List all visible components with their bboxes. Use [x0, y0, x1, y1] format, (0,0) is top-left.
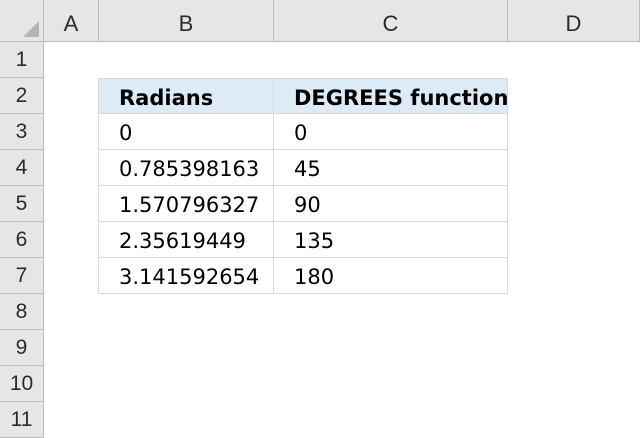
- cell-c6[interactable]: 135: [274, 222, 508, 258]
- cell-c7[interactable]: 180: [274, 258, 508, 294]
- select-all-triangle-icon: [23, 21, 39, 37]
- column-header-a[interactable]: A: [44, 0, 99, 42]
- select-all-corner[interactable]: [0, 0, 44, 42]
- cell-b7[interactable]: 3.141592654: [98, 258, 274, 294]
- cell-b6[interactable]: 2.35619449: [98, 222, 274, 258]
- cell-c4[interactable]: 45: [274, 150, 508, 186]
- cell-b5[interactable]: 1.570796327: [98, 186, 274, 222]
- cell-b3[interactable]: 0: [98, 114, 274, 150]
- column-header-d[interactable]: D: [508, 0, 640, 42]
- column-header-c[interactable]: C: [274, 0, 508, 42]
- row-header-10[interactable]: 10: [0, 366, 44, 402]
- row-header-11[interactable]: 11: [0, 402, 44, 438]
- row-header-7[interactable]: 7: [0, 258, 44, 294]
- row-header-9[interactable]: 9: [0, 330, 44, 366]
- cell-c2[interactable]: DEGREES function: [274, 78, 508, 114]
- row-header-4[interactable]: 4: [0, 150, 44, 186]
- cell-b4[interactable]: 0.785398163: [98, 150, 274, 186]
- row-header-1[interactable]: 1: [0, 42, 44, 78]
- column-header-b[interactable]: B: [99, 0, 274, 42]
- row-header-8[interactable]: 8: [0, 294, 44, 330]
- cell-b2[interactable]: Radians: [98, 78, 274, 114]
- row-header-6[interactable]: 6: [0, 222, 44, 258]
- cell-c3[interactable]: 0: [274, 114, 508, 150]
- row-header-5[interactable]: 5: [0, 186, 44, 222]
- row-header-2[interactable]: 2: [0, 78, 44, 114]
- cell-c5[interactable]: 90: [274, 186, 508, 222]
- row-header-3[interactable]: 3: [0, 114, 44, 150]
